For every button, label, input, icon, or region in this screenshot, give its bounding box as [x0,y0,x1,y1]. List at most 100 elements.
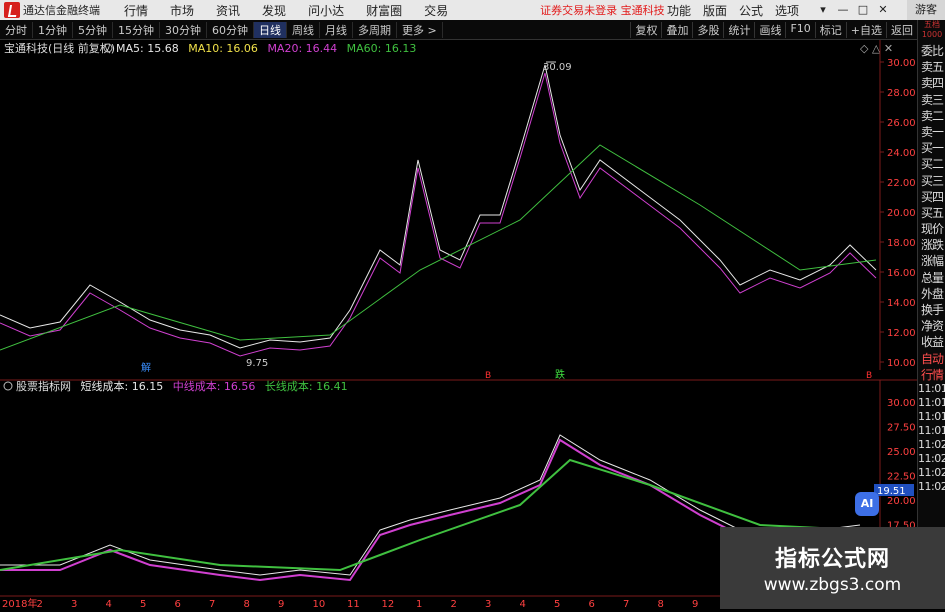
side-item[interactable]: 自动 [918,350,945,366]
x-tick-label: 7 [209,599,215,609]
minimize-icon[interactable]: — [835,2,851,18]
sub-y-tick-label: 22.50 [887,472,916,483]
ma60-label: MA60: 16.13 [347,42,417,55]
side-item[interactable]: 买三 [918,172,945,188]
side-item[interactable]: 买一 [918,139,945,155]
close-icon[interactable]: ✕ [875,2,891,18]
side-item[interactable]: 委比 [918,42,945,58]
y-tick-label: 18.00 [887,238,916,249]
period-monthly[interactable]: 月线 [320,21,353,38]
side-item[interactable]: 卖三 [918,91,945,107]
side-item[interactable]: 换手 [918,301,945,317]
period-multi[interactable]: 多周期 [353,21,397,38]
tool-mark[interactable]: 标记 [814,21,846,38]
side-item[interactable]: 收益 [918,333,945,349]
menu-item-formula[interactable]: 公式 [739,2,763,19]
ai-assistant-button[interactable]: AI [855,492,879,516]
menu-item-quotes[interactable]: 行情 [124,2,148,19]
chart-area[interactable]: 宝通科技(日线 前复权) MA5: 15.68 MA10: 16.06 MA20… [0,40,917,610]
time-item: 11:01 [918,381,945,395]
main-price-lines [0,64,877,357]
menu-item-market[interactable]: 市场 [170,2,194,19]
menu-item-news[interactable]: 资讯 [216,2,240,19]
sub-y-axis: 30.0027.5025.0022.5020.0017.50 [887,398,916,532]
period-more[interactable]: 更多 > [397,21,443,38]
time-item: 11:02 [918,465,945,479]
watermark-title: 指标公式网 [774,547,890,572]
side-item[interactable]: 涨幅 [918,252,945,268]
x-tick-label: 9 [692,599,698,609]
side-item[interactable]: 卖一 [918,123,945,139]
guest-button[interactable]: 游客 [907,0,945,20]
ma20-line [0,72,877,357]
x-tick-label: 3 [71,599,77,609]
side-item[interactable]: 现价 [918,220,945,236]
tool-back[interactable]: 返回 [886,21,917,38]
tool-multi-stock[interactable]: 多股 [692,21,723,38]
dropdown-icon[interactable]: ▾ [815,2,831,18]
x-tick-label: 2 [451,599,457,609]
ma10-label: MA10: 16.06 [188,42,258,55]
x-tick-label: 8 [244,599,250,609]
time-item: 11:01 [918,423,945,437]
sub-settings-icon[interactable] [3,381,13,391]
marker-unlock: 解 [141,361,151,374]
tool-stats[interactable]: 统计 [723,21,754,38]
side-item[interactable]: 卖五 [918,58,945,74]
side-item[interactable]: 涨跌 [918,236,945,252]
maximize-icon[interactable]: □ [855,2,871,18]
side-item[interactable]: 买四 [918,188,945,204]
menu-item-function[interactable]: 功能 [667,2,691,19]
side-item[interactable]: 总量 [918,269,945,285]
price-tag: 19.51 [877,486,906,497]
tool-f10[interactable]: F10 [785,21,814,38]
main-chart-title: 宝通科技(日线 前复权) [4,41,115,55]
ma-legend: MA5: 15.68 MA10: 16.06 MA20: 16.44 MA60:… [116,42,416,55]
side-top-label: 五档 1000 [921,20,943,39]
period-30min[interactable]: 30分钟 [160,21,207,38]
sub-y-tick-label: 20.00 [887,496,916,507]
x-tick-label: 1 [416,599,422,609]
period-weekly[interactable]: 周线 [287,21,320,38]
period-daily[interactable]: 日线 [254,21,287,38]
chart-nav-icons[interactable]: ◇ △ ✕ [860,42,893,55]
side-item[interactable]: 卖四 [918,74,945,90]
period-60min[interactable]: 60分钟 [207,21,254,38]
side-item[interactable]: 买二 [918,155,945,171]
tool-adjust[interactable]: 复权 [630,21,661,38]
period-15min[interactable]: 15分钟 [113,21,160,38]
y-tick-label: 30.00 [887,58,916,69]
app-title: 通达信金融终端 [23,4,100,17]
menu-item-ask[interactable]: 问小达 [308,2,344,19]
short-cost-label: 短线成本: 16.15 [81,379,164,393]
x-tick-label: 6 [175,599,181,609]
x-tick-label: 2 [37,599,43,609]
side-item[interactable]: 行情 [918,366,945,382]
side-item[interactable]: 净资 [918,317,945,333]
tool-overlay[interactable]: 叠加 [661,21,692,38]
menu-item-wealth[interactable]: 财富圈 [366,2,402,19]
x-tick-label: 9 [278,599,284,609]
time-item: 11:02 [918,437,945,451]
y-tick-label: 24.00 [887,148,916,159]
side-item[interactable]: 外盘 [918,285,945,301]
menu-item-layout[interactable]: 版面 [703,2,727,19]
x-tick-label: 7 [623,599,629,609]
sub-chart-title: 股票指标网 [16,379,71,393]
period-5min[interactable]: 5分钟 [73,21,113,38]
tool-draw[interactable]: 画线 [754,21,785,38]
ma20-label: MA20: 16.44 [267,42,337,55]
tool-add-favorite[interactable]: +自选 [845,21,886,38]
kline-chart[interactable]: 宝通科技(日线 前复权) MA5: 15.68 MA10: 16.06 MA20… [0,40,917,610]
period-intraday[interactable]: 分时 [0,21,33,38]
menu-item-discover[interactable]: 发现 [262,2,286,19]
login-notice[interactable]: 证券交易未登录 宝通科技 [540,2,665,18]
period-1min[interactable]: 1分钟 [33,21,73,38]
menu-item-options[interactable]: 选项 [775,2,799,19]
watermark-url: www.zbgs3.com [763,575,902,595]
x-tick-label: 5 [554,599,560,609]
menu-item-trade[interactable]: 交易 [424,2,448,19]
ma5-label: MA5: 15.68 [116,42,179,55]
side-item[interactable]: 买五 [918,204,945,220]
side-item[interactable]: 卖二 [918,107,945,123]
